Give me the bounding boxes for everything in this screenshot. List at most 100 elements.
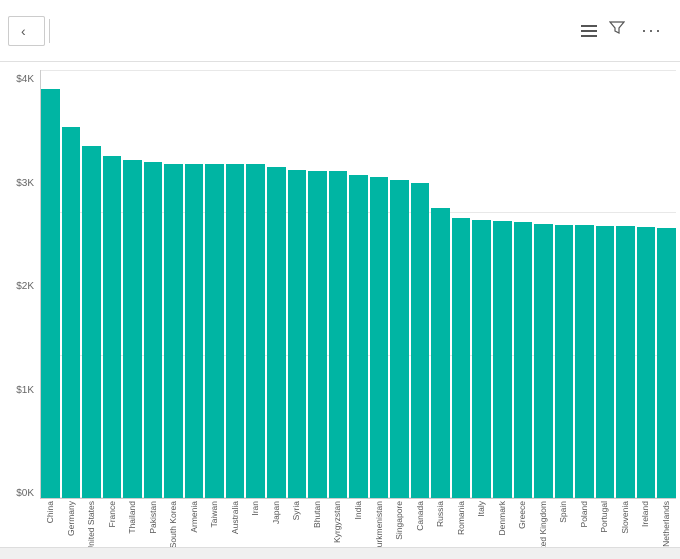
bar bbox=[205, 164, 224, 498]
bar-wrapper[interactable] bbox=[657, 70, 676, 498]
x-label-wrapper: Armenia bbox=[184, 499, 205, 547]
chart-area: $4K$3K$2K$1K$0K ChinaGermanyUnited State… bbox=[0, 62, 680, 547]
bar-wrapper[interactable] bbox=[472, 70, 491, 498]
vertical-divider bbox=[49, 19, 50, 43]
top-icons: ··· bbox=[581, 16, 672, 45]
bar bbox=[411, 183, 430, 498]
bar-wrapper[interactable] bbox=[349, 70, 368, 498]
bar-wrapper[interactable] bbox=[370, 70, 389, 498]
x-label-wrapper: Syria bbox=[286, 499, 307, 547]
bar-wrapper[interactable] bbox=[267, 70, 286, 498]
bottom-scroll-bar[interactable] bbox=[0, 547, 680, 559]
x-axis-label: Singapore bbox=[394, 501, 404, 540]
x-axis-label: Denmark bbox=[497, 501, 507, 535]
hamburger-icon[interactable] bbox=[581, 25, 597, 37]
x-label-wrapper: Pakistan bbox=[143, 499, 164, 547]
x-label-wrapper: United Kingdom bbox=[532, 499, 553, 547]
x-axis-label: Germany bbox=[66, 501, 76, 536]
bar bbox=[267, 167, 286, 498]
bar-wrapper[interactable] bbox=[123, 70, 142, 498]
bar bbox=[575, 225, 594, 498]
bars-area bbox=[40, 70, 676, 499]
bar-wrapper[interactable] bbox=[41, 70, 60, 498]
bar-wrapper[interactable] bbox=[144, 70, 163, 498]
bar bbox=[103, 156, 122, 498]
bar-wrapper[interactable] bbox=[616, 70, 635, 498]
x-axis-label: Syria bbox=[291, 501, 301, 520]
bar bbox=[431, 208, 450, 498]
bar-wrapper[interactable] bbox=[534, 70, 553, 498]
x-label-wrapper: Poland bbox=[573, 499, 594, 547]
bar-wrapper[interactable] bbox=[329, 70, 348, 498]
x-label-wrapper: Slovenia bbox=[614, 499, 635, 547]
x-label-wrapper: Iran bbox=[245, 499, 266, 547]
bar bbox=[493, 221, 512, 498]
x-label-wrapper: Greece bbox=[512, 499, 533, 547]
x-axis-label: Ireland bbox=[640, 501, 650, 527]
bar-wrapper[interactable] bbox=[514, 70, 533, 498]
bar bbox=[164, 164, 183, 498]
bar-wrapper[interactable] bbox=[246, 70, 265, 498]
bar bbox=[616, 226, 635, 498]
x-label-wrapper: Taiwan bbox=[204, 499, 225, 547]
x-axis-label: Italy bbox=[476, 501, 486, 517]
x-label-wrapper: Kyrgyzstan bbox=[327, 499, 348, 547]
y-axis-label: $2K bbox=[16, 281, 34, 292]
x-axis-label: Spain bbox=[558, 501, 568, 523]
x-axis-label: United States bbox=[86, 501, 96, 547]
bar-wrapper[interactable] bbox=[555, 70, 574, 498]
bar bbox=[452, 218, 471, 498]
more-options-icon[interactable]: ··· bbox=[637, 16, 666, 45]
x-axis-label: Kyrgyzstan bbox=[332, 501, 342, 543]
bar bbox=[288, 170, 307, 498]
bar-wrapper[interactable] bbox=[185, 70, 204, 498]
bar-wrapper[interactable] bbox=[637, 70, 656, 498]
bar bbox=[308, 171, 327, 498]
x-axis: China Germany United States France Thailand P… bbox=[40, 499, 676, 547]
bar-wrapper[interactable] bbox=[493, 70, 512, 498]
bar bbox=[246, 164, 265, 498]
bar bbox=[555, 225, 574, 498]
filter-icon[interactable] bbox=[605, 16, 629, 45]
x-label-wrapper: South Korea bbox=[163, 499, 184, 547]
bar-wrapper[interactable] bbox=[452, 70, 471, 498]
bar bbox=[144, 162, 163, 498]
x-axis-label: Japan bbox=[271, 501, 281, 524]
x-label-wrapper: Russia bbox=[430, 499, 451, 547]
x-axis-label: France bbox=[107, 501, 117, 527]
back-to-report-button[interactable]: ‹ bbox=[8, 16, 45, 46]
bar-wrapper[interactable] bbox=[288, 70, 307, 498]
bar-wrapper[interactable] bbox=[431, 70, 450, 498]
x-axis-label: Thailand bbox=[127, 501, 137, 534]
bar bbox=[41, 89, 60, 498]
x-label-wrapper: Singapore bbox=[389, 499, 410, 547]
bar bbox=[657, 228, 676, 498]
x-label-wrapper: Romania bbox=[450, 499, 471, 547]
x-label-wrapper: Turkmenistan bbox=[368, 499, 389, 547]
bar bbox=[534, 224, 553, 498]
main-container: ‹ ··· $4K$3K bbox=[0, 0, 680, 559]
bar-wrapper[interactable] bbox=[103, 70, 122, 498]
bar-wrapper[interactable] bbox=[575, 70, 594, 498]
bar bbox=[226, 164, 245, 498]
bar-wrapper[interactable] bbox=[596, 70, 615, 498]
bar-wrapper[interactable] bbox=[82, 70, 101, 498]
bar-wrapper[interactable] bbox=[205, 70, 224, 498]
bar-wrapper[interactable] bbox=[62, 70, 81, 498]
bar-wrapper[interactable] bbox=[164, 70, 183, 498]
x-axis-label: Greece bbox=[517, 501, 527, 529]
bar-wrapper[interactable] bbox=[226, 70, 245, 498]
x-label-wrapper: China bbox=[40, 499, 61, 547]
x-axis-label: Russia bbox=[435, 501, 445, 527]
x-axis-label: United Kingdom bbox=[538, 501, 548, 547]
bar-wrapper[interactable] bbox=[308, 70, 327, 498]
x-axis-label: Romania bbox=[456, 501, 466, 535]
bar bbox=[596, 226, 615, 498]
x-label-wrapper: Portugal bbox=[594, 499, 615, 547]
x-axis-label: India bbox=[353, 501, 363, 519]
bar bbox=[123, 160, 142, 498]
bar-wrapper[interactable] bbox=[390, 70, 409, 498]
x-axis-label: Slovenia bbox=[620, 501, 630, 534]
x-label-wrapper: Bhutan bbox=[307, 499, 328, 547]
bar-wrapper[interactable] bbox=[411, 70, 430, 498]
